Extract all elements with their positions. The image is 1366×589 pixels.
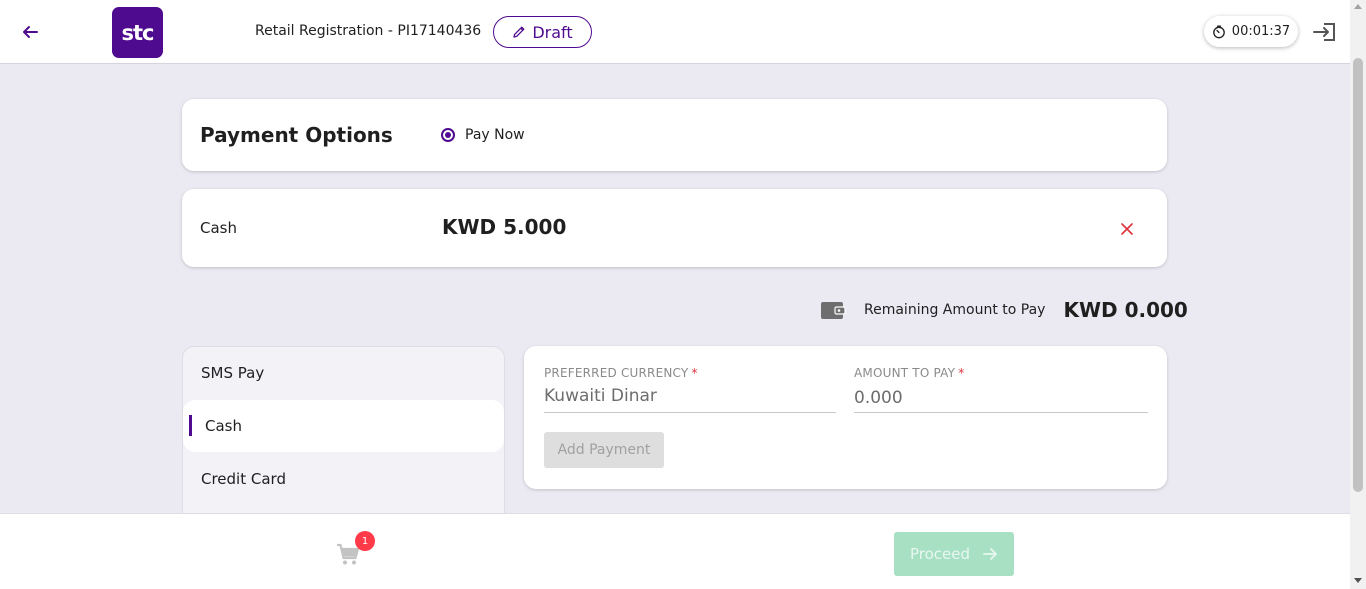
- timer-icon: [1212, 25, 1225, 38]
- method-item-sms-pay[interactable]: SMS Pay: [183, 347, 504, 399]
- currency-underline: [544, 412, 836, 413]
- amount-input[interactable]: 0.000: [854, 388, 903, 408]
- close-icon[interactable]: [1120, 221, 1134, 235]
- added-payment-amount: KWD 5.000: [442, 215, 567, 239]
- added-payment-method: Cash: [200, 219, 237, 237]
- method-item-credit-card[interactable]: Credit Card: [183, 453, 504, 505]
- add-payment-button[interactable]: Add Payment: [544, 432, 664, 468]
- proceed-button[interactable]: Proceed: [894, 532, 1014, 576]
- draft-label: Draft: [532, 22, 573, 42]
- amount-underline: [854, 412, 1148, 413]
- currency-label-text: PREFERRED CURRENCY: [544, 366, 689, 380]
- scrollbar-thumb[interactable]: [1353, 58, 1363, 492]
- pay-now-label: Pay Now: [465, 127, 525, 143]
- payment-options-card: Payment Options Pay Now: [182, 99, 1167, 171]
- logout-icon[interactable]: [1312, 20, 1338, 44]
- remaining-amount-row: Remaining Amount to Pay KWD 0.000: [820, 297, 1188, 323]
- arrow-right-icon: [983, 548, 997, 560]
- cart-count-badge: 1: [355, 531, 375, 551]
- currency-field-label: PREFERRED CURRENCY *: [544, 366, 698, 380]
- method-label: Cash: [205, 417, 242, 435]
- payment-methods-list: SMS Pay Cash Credit Card: [182, 346, 505, 526]
- wallet-icon: [821, 302, 846, 319]
- draft-button[interactable]: Draft: [493, 16, 592, 48]
- payment-options-title: Payment Options: [200, 123, 393, 147]
- pencil-icon: [513, 26, 525, 38]
- method-label: Credit Card: [201, 470, 286, 488]
- required-mark: *: [691, 366, 698, 380]
- scroll-down-icon[interactable]: [1354, 578, 1362, 583]
- method-label: SMS Pay: [201, 364, 265, 382]
- session-timer: 00:01:37: [1204, 16, 1298, 47]
- proceed-label: Proceed: [909, 545, 971, 563]
- timer-value: 00:01:37: [1231, 24, 1291, 39]
- amount-field-label: AMOUNT TO PAY *: [854, 366, 964, 380]
- pay-now-radio[interactable]: [441, 128, 455, 142]
- currency-select[interactable]: Kuwaiti Dinar: [544, 386, 657, 406]
- scrollbar[interactable]: [1350, 0, 1366, 589]
- remaining-amount-value: KWD 0.000: [1063, 298, 1188, 322]
- required-mark: *: [958, 366, 965, 380]
- top-bar: stc Retail Registration - PI17140436 Dra…: [0, 0, 1350, 64]
- amount-label-text: AMOUNT TO PAY: [854, 366, 956, 380]
- stc-logo: stc: [112, 7, 163, 58]
- pay-now-option[interactable]: Pay Now: [441, 127, 525, 143]
- footer-bar: 1 Proceed: [0, 513, 1350, 589]
- page-title: Retail Registration - PI17140436: [255, 23, 482, 39]
- added-payment-card: Cash KWD 5.000: [182, 189, 1167, 267]
- remaining-amount-label: Remaining Amount to Pay: [864, 302, 1046, 318]
- scroll-up-icon[interactable]: [1354, 4, 1362, 9]
- payment-form-card: PREFERRED CURRENCY * Kuwaiti Dinar AMOUNT…: [524, 346, 1167, 489]
- back-arrow-icon[interactable]: [18, 20, 42, 44]
- method-item-cash[interactable]: Cash: [183, 400, 504, 452]
